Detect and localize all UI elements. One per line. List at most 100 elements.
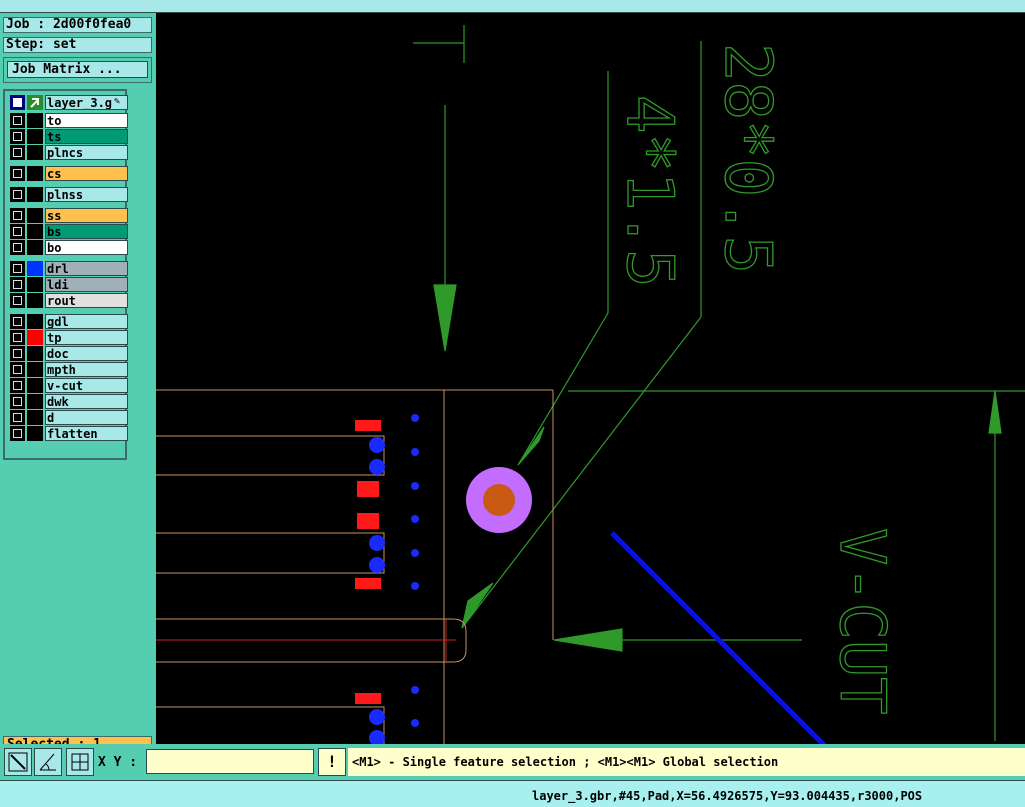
layer-name[interactable]: ss (45, 208, 128, 223)
layer-row-ts[interactable]: ts (10, 129, 128, 144)
job-matrix-label: Job Matrix ... (7, 61, 148, 78)
layer-name[interactable]: doc (45, 346, 128, 361)
annotation-arrow (610, 531, 862, 783)
pcb-drawing: 28*0.5 4*1.5 V-CUT (156, 25, 1025, 783)
bottom-toolbar: X Y : ! <M1> - Single feature selection … (0, 744, 1025, 780)
xy-coordinate-input[interactable] (146, 749, 314, 774)
layer-row-bs[interactable]: bs (10, 224, 128, 239)
layer-name[interactable]: bo (45, 240, 128, 255)
layer-row-rout[interactable]: rout (10, 293, 128, 308)
layer-color-swatch[interactable] (27, 293, 43, 308)
layer-row-cs[interactable]: cs (10, 166, 128, 181)
exclamation-button[interactable]: ! (318, 748, 346, 776)
layer-name[interactable]: v-cut (45, 378, 128, 393)
layer-name[interactable]: to (45, 113, 128, 128)
layer-row-gdl[interactable]: gdl (10, 314, 128, 329)
layer-name[interactable]: mpth (45, 362, 128, 377)
layer-color-swatch[interactable] (27, 394, 43, 409)
mouse-hint: <M1> - Single feature selection ; <M1><M… (348, 748, 1025, 776)
layer-name[interactable]: plncs (45, 145, 128, 160)
layer-checkbox[interactable] (10, 240, 25, 255)
layer-name[interactable]: plnss (45, 187, 128, 202)
layer-checkbox[interactable] (10, 346, 25, 361)
job-matrix-button[interactable]: Job Matrix ... (3, 57, 152, 83)
layer-row-mpth[interactable]: mpth (10, 362, 128, 377)
pencil-icon[interactable]: ✎ (114, 96, 120, 107)
layer-color-swatch[interactable] (27, 261, 43, 276)
layer-color-swatch[interactable] (27, 129, 43, 144)
layer-color-swatch[interactable] (27, 314, 43, 329)
layer-checkbox[interactable] (10, 208, 25, 223)
snap-grid-button[interactable] (66, 748, 94, 776)
layer-name[interactable]: ts (45, 129, 128, 144)
layer-checkbox[interactable] (10, 330, 25, 345)
layer-name[interactable]: rout (45, 293, 128, 308)
layer-color-swatch[interactable] (27, 113, 43, 128)
layer-header-row[interactable]: layer_3.g ✎ (10, 95, 128, 110)
status-bar: layer_3.gbr,#45,Pad,X=56.4926575,Y=93.00… (0, 780, 1025, 807)
layer-list: layer_3.g ✎ to ts plncs cs plnss ss bs bo drl ldi… (3, 89, 128, 460)
layer-name[interactable]: flatten (45, 426, 128, 441)
layer-row-d[interactable]: d (10, 410, 128, 425)
layer-checkbox[interactable] (10, 378, 25, 393)
layer-color-swatch[interactable] (27, 208, 43, 223)
layer-checkbox[interactable] (10, 314, 25, 329)
layer-color-swatch[interactable] (27, 410, 43, 425)
layer-checkbox[interactable] (10, 362, 25, 377)
layer-checkbox[interactable] (10, 113, 25, 128)
layer-row-drl[interactable]: drl (10, 261, 128, 276)
layer-name[interactable]: tp (45, 330, 128, 345)
layer-row-plncs[interactable]: plncs (10, 145, 128, 160)
layer-color-swatch[interactable] (27, 240, 43, 255)
dimension-text: 28*0.5 4*1.5 V-CUT (611, 42, 899, 715)
layer-row-bo[interactable]: bo (10, 240, 128, 255)
layer-row-to[interactable]: to (10, 113, 128, 128)
layer-color-swatch[interactable] (27, 378, 43, 393)
layer-checkbox[interactable] (10, 394, 25, 409)
layer-name[interactable]: bs (45, 224, 128, 239)
select-all-checkbox[interactable] (10, 95, 25, 110)
layer-checkbox[interactable] (10, 261, 25, 276)
layer-color-swatch[interactable] (27, 426, 43, 441)
layer-checkbox[interactable] (10, 187, 25, 202)
top-menu-bar (0, 0, 1025, 13)
layer-color-swatch[interactable] (27, 330, 43, 345)
layer-color-swatch[interactable] (27, 346, 43, 361)
layer-row-ldi[interactable]: ldi (10, 277, 128, 292)
step-name: Step: set (3, 37, 152, 53)
zoom-window-button[interactable] (4, 748, 32, 776)
layer-name[interactable]: gdl (45, 314, 128, 329)
layer-row-dwk[interactable]: dwk (10, 394, 128, 409)
layer-color-swatch[interactable] (27, 362, 43, 377)
layer-row-v-cut[interactable]: v-cut (10, 378, 128, 393)
layer-checkbox[interactable] (10, 426, 25, 441)
layer-name[interactable]: dwk (45, 394, 128, 409)
cursor-arrow-icon[interactable] (27, 95, 43, 110)
graphic-canvas[interactable]: 28*0.5 4*1.5 V-CUT (156, 13, 1025, 783)
layer-color-swatch[interactable] (27, 145, 43, 160)
layer-row-flatten[interactable]: flatten (10, 426, 128, 441)
layer-checkbox[interactable] (10, 277, 25, 292)
layer-row-tp[interactable]: tp (10, 330, 128, 345)
layer-checkbox[interactable] (10, 166, 25, 181)
layer-color-swatch[interactable] (27, 187, 43, 202)
layer-name[interactable]: drl (45, 261, 128, 276)
layer-color-swatch[interactable] (27, 166, 43, 181)
measure-angle-button[interactable] (34, 748, 62, 776)
outline-shapes (156, 389, 554, 744)
layer-checkbox[interactable] (10, 224, 25, 239)
layer-row-doc[interactable]: doc (10, 346, 128, 361)
xy-label: X Y : (98, 755, 138, 770)
layer-row-ss[interactable]: ss (10, 208, 128, 223)
layer-checkbox[interactable] (10, 145, 25, 160)
layer-checkbox[interactable] (10, 129, 25, 144)
layer-color-swatch[interactable] (27, 277, 43, 292)
layer-name[interactable]: cs (45, 166, 128, 181)
layer-name[interactable]: d (45, 410, 128, 425)
layer-checkbox[interactable] (10, 410, 25, 425)
layer-row-plnss[interactable]: plnss (10, 187, 128, 202)
job-name: Job : 2d00f0fea0 (3, 17, 152, 33)
layer-checkbox[interactable] (10, 293, 25, 308)
layer-name[interactable]: ldi (45, 277, 128, 292)
layer-color-swatch[interactable] (27, 224, 43, 239)
